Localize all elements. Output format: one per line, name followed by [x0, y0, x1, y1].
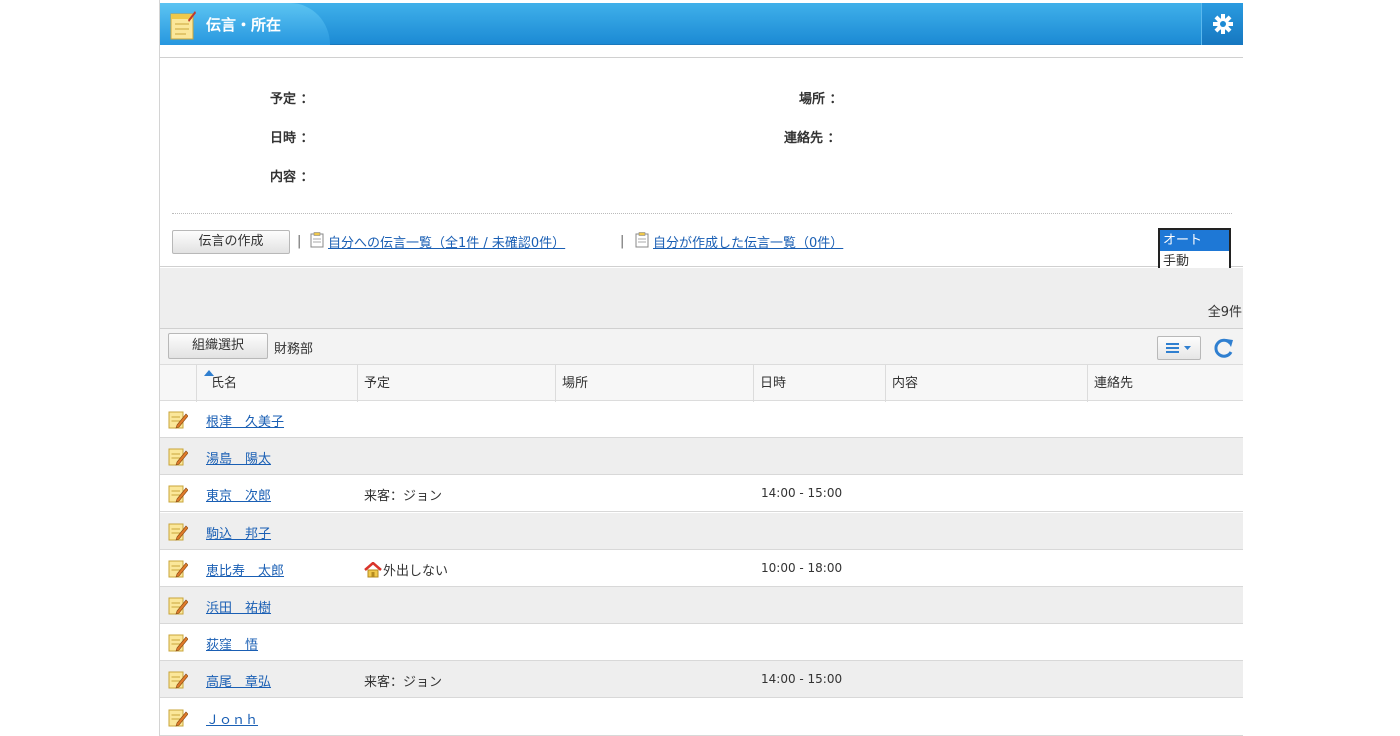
table-row: 高尾 章弘 来客：ジョン 14:00 - 15:00 — [160, 661, 1243, 699]
edit-note-icon[interactable] — [168, 559, 188, 578]
messages-to-me-link[interactable]: 自分への伝言一覧（全1件 / 未確認0件） — [328, 232, 565, 251]
column-header-schedule[interactable]: 予定 — [357, 365, 555, 402]
separator: | — [297, 234, 302, 249]
person-name-link[interactable]: 浜田 祐樹 — [206, 597, 271, 616]
message-detail-area: 予定 ： 日時 ： 内容 ： 場所 ： 連絡先 ： 伝言の作成 | 自分への伝言… — [160, 57, 1243, 275]
department-name: 財務部 — [274, 342, 314, 357]
person-name-link[interactable]: 根津 久美子 — [206, 411, 284, 430]
portlet-header: 伝言・所在 — [160, 3, 1243, 45]
datetime-cell: 10:00 - 18:00 — [761, 560, 843, 575]
schedule-text: 外出しない — [383, 563, 449, 579]
edit-note-icon[interactable] — [168, 522, 188, 541]
column-header-contact[interactable]: 連絡先 — [1087, 365, 1243, 402]
person-name-link[interactable]: 東京 次郎 — [206, 485, 271, 504]
edit-note-icon[interactable] — [168, 596, 188, 615]
table-row: 恵比寿 太郎 外出しない 10:00 - 18:00 — [160, 550, 1243, 587]
list-toolbar: 組織選択 財務部 — [160, 328, 1243, 364]
datetime-cell: 14:00 - 15:00 — [761, 672, 843, 687]
edit-note-icon[interactable] — [168, 484, 188, 503]
schedule-cell: 外出しない — [364, 560, 448, 579]
place-label: 場所 ： — [799, 92, 843, 107]
message-location-portlet: 伝言・所在 予定 ： 日時 ： 内容 ： 場所 ： 連絡先 ： 伝言の作成 | — [159, 0, 1243, 736]
mode-option-auto[interactable]: オート — [1160, 230, 1229, 251]
column-header-place[interactable]: 場所 — [555, 365, 753, 402]
person-name-link[interactable]: 恵比寿 太郎 — [206, 560, 284, 579]
separator: | — [620, 234, 625, 249]
table-row: 湯島 陽太 — [160, 438, 1243, 476]
notepad-icon — [170, 11, 196, 40]
summary-bar — [160, 268, 1243, 328]
person-name-link[interactable]: Ｊｏｎｈ — [206, 709, 258, 728]
settings-button[interactable] — [1201, 3, 1243, 45]
table-header: 氏名 予定 場所 日時 内容 連絡先 — [160, 364, 1243, 402]
table-row: 荻窪 悟 — [160, 624, 1243, 662]
person-name-link[interactable]: 高尾 章弘 — [206, 671, 271, 690]
contact-label: 連絡先 ： — [784, 131, 841, 146]
table-row: 根津 久美子 — [160, 401, 1243, 438]
refresh-icon[interactable] — [1212, 335, 1236, 361]
schedule-text: 来客：ジョン — [364, 675, 443, 691]
table-row: Ｊｏｎｈ — [160, 699, 1243, 736]
schedule-label: 予定 ： — [270, 92, 314, 107]
edit-note-icon[interactable] — [168, 708, 188, 727]
person-name-link[interactable]: 湯島 陽太 — [206, 448, 271, 467]
table-row: 浜田 祐樹 — [160, 587, 1243, 624]
content-label: 内容 ： — [270, 170, 314, 185]
clipboard-icon — [310, 232, 324, 248]
clipboard-icon — [635, 232, 649, 248]
edit-note-icon[interactable] — [168, 670, 188, 689]
edit-note-icon[interactable] — [168, 447, 188, 466]
table-row: 駒込 邦子 — [160, 512, 1243, 550]
list-menu-button[interactable] — [1157, 336, 1201, 360]
table-row: 東京 次郎 来客：ジョン 14:00 - 15:00 — [160, 475, 1243, 513]
datetime-cell: 14:00 - 15:00 — [761, 486, 843, 501]
schedule-cell: 来客：ジョン — [364, 485, 442, 504]
column-header-name[interactable]: 氏名 — [196, 365, 357, 402]
edit-note-icon[interactable] — [168, 633, 188, 652]
column-header-datetime[interactable]: 日時 — [753, 365, 885, 402]
organization-select-button[interactable]: 組織選択 — [168, 333, 268, 359]
portlet-title: 伝言・所在 — [206, 16, 282, 34]
list-menu-icon — [1166, 343, 1191, 353]
edit-note-icon[interactable] — [168, 410, 188, 429]
datetime-label: 日時 ： — [270, 131, 314, 146]
create-message-button[interactable]: 伝言の作成 — [172, 230, 290, 254]
home-icon — [364, 561, 382, 578]
schedule-cell: 来客：ジョン — [364, 671, 442, 690]
divider — [172, 213, 1232, 214]
person-name-link[interactable]: 駒込 邦子 — [206, 523, 271, 542]
gear-icon — [1213, 14, 1233, 34]
schedule-text: 来客：ジョン — [364, 489, 443, 505]
total-count: 全9件 — [1207, 305, 1242, 320]
messages-created-link[interactable]: 自分が作成した伝言一覧（0件） — [653, 232, 843, 251]
person-name-link[interactable]: 荻窪 悟 — [206, 634, 258, 653]
column-header-content[interactable]: 内容 — [885, 365, 1087, 402]
